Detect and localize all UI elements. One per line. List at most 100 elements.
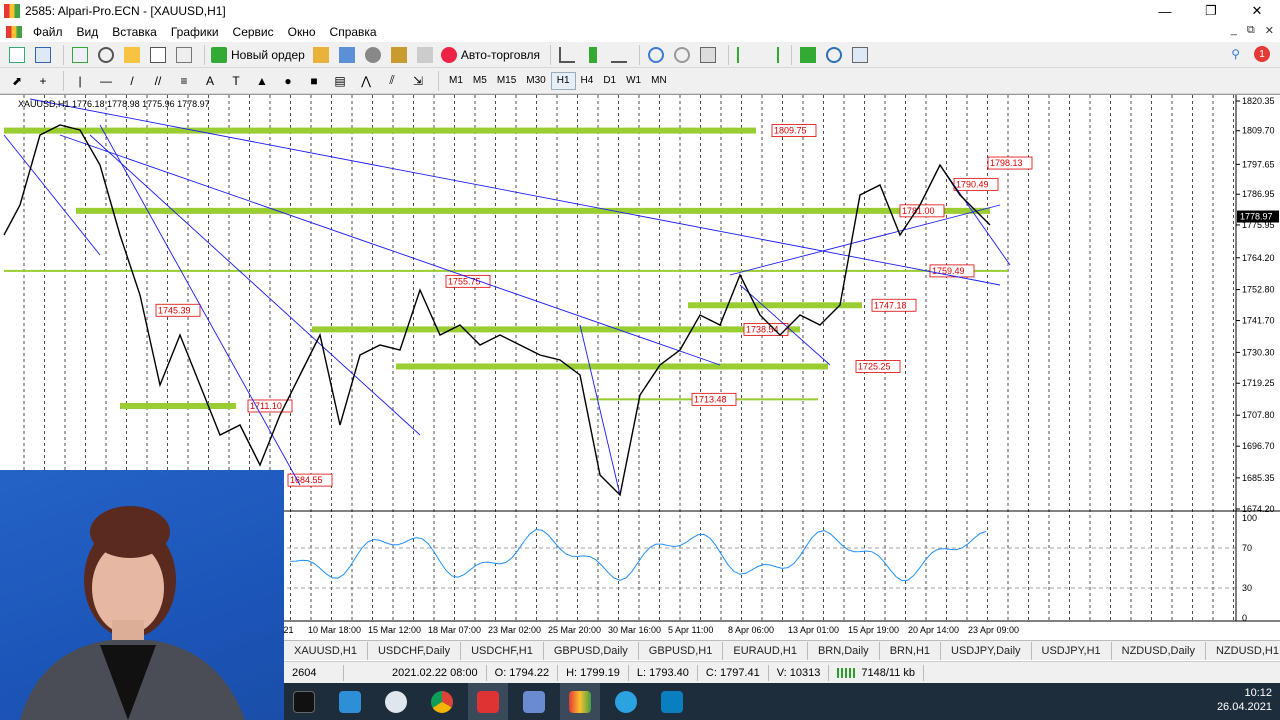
templates-button[interactable] [849, 44, 871, 66]
new-chart-button[interactable] [6, 44, 28, 66]
vps-button[interactable] [388, 44, 410, 66]
data-window-button[interactable] [95, 44, 117, 66]
navigator-button[interactable] [121, 44, 143, 66]
level-label: 1759.49 [932, 266, 965, 276]
taskbar-app-alpari[interactable] [560, 683, 600, 720]
history-button[interactable] [414, 44, 436, 66]
menu-charts[interactable]: Графики [164, 25, 226, 39]
terminal-button[interactable] [147, 44, 169, 66]
clock-date: 26.04.2021 [1216, 701, 1272, 713]
bar-chart-button[interactable] [556, 44, 578, 66]
timeframe-d1[interactable]: D1 [598, 72, 621, 90]
maximize-button[interactable]: ❐ [1188, 0, 1234, 22]
zoom-out-button[interactable] [671, 44, 693, 66]
metaeditor-button[interactable] [310, 44, 332, 66]
mdi-minimize-button[interactable]: _ [1231, 24, 1237, 37]
autotrading-button[interactable]: Авто-торговля [440, 44, 541, 66]
notifications-badge[interactable]: 1 [1254, 46, 1270, 62]
search-icon[interactable]: ⚲ [1231, 47, 1240, 61]
tab-usdjpy-h1[interactable]: USDJPY,H1 [1032, 641, 1112, 660]
line-chart-button[interactable] [608, 44, 630, 66]
tab-brn-daily[interactable]: BRN,Daily [808, 641, 880, 660]
text-button[interactable]: A [199, 70, 221, 92]
label-button[interactable]: T [225, 70, 247, 92]
chart-header: XAUUSD,H1 1776.18 1778.98 1775.96 1778.9… [18, 99, 210, 109]
taskbar-app-paint[interactable] [376, 683, 416, 720]
date-tick-label: 8 Apr 06:00 [728, 625, 774, 635]
chart-shift-button[interactable] [734, 44, 756, 66]
menu-insert[interactable]: Вставка [105, 25, 164, 39]
minimize-button[interactable]: — [1142, 0, 1188, 22]
timeframe-h4[interactable]: H4 [576, 72, 599, 90]
tile-windows-button[interactable] [697, 44, 719, 66]
price-tick-label: 1685.35 [1242, 473, 1275, 483]
autoscroll-button[interactable] [760, 44, 782, 66]
close-button[interactable]: ✕ [1234, 0, 1280, 22]
date-tick-label: 23 Apr 09:00 [968, 625, 1019, 635]
mdi-close-button[interactable]: ✕ [1265, 24, 1274, 37]
menu-file[interactable]: Файл [26, 25, 70, 39]
menu-tools[interactable]: Сервис [226, 25, 281, 39]
tab-nzdusd-h1[interactable]: NZDUSD,H1 [1206, 642, 1280, 660]
taskbar-app-badge[interactable] [468, 683, 508, 720]
tab-usdchf-h1[interactable]: USDCHF,H1 [461, 641, 544, 660]
horizontal-line-button[interactable]: — [95, 70, 117, 92]
taskbar-app-7zip[interactable] [284, 683, 324, 720]
indicators-button[interactable] [797, 44, 819, 66]
crosshair-button[interactable]: + [32, 70, 54, 92]
level-label: 1798.13 [990, 158, 1023, 168]
candlestick-button[interactable] [582, 44, 604, 66]
tab-xauusd-h1[interactable]: XAUUSD,H1 [284, 641, 368, 660]
timeframe-mn[interactable]: MN [646, 72, 672, 90]
taskbar-app-teams[interactable] [330, 683, 370, 720]
triangle-button[interactable]: ▲ [251, 70, 273, 92]
tester-button[interactable] [173, 44, 195, 66]
vertical-line-button[interactable]: | [69, 70, 91, 92]
taskbar-app-terminal[interactable] [514, 683, 554, 720]
vertical-line-icon: | [78, 73, 82, 88]
new-order-button[interactable]: Новый ордер [210, 44, 306, 66]
cursor-button[interactable]: ⬈ [6, 70, 28, 92]
menu-window[interactable]: Окно [281, 25, 323, 39]
timeframe-w1[interactable]: W1 [621, 72, 646, 90]
tab-usdjpy-daily[interactable]: USDJPY,Daily [941, 641, 1032, 660]
timeframe-m5[interactable]: M5 [468, 72, 492, 90]
tab-euraud-h1[interactable]: EURAUD,H1 [723, 641, 808, 660]
terminal-app-icon [523, 690, 545, 713]
gann-button[interactable]: ▤ [329, 70, 351, 92]
taskbar-clock[interactable]: 10:12 26.04.2021 [1217, 686, 1272, 714]
periods-button[interactable] [823, 44, 845, 66]
signal-bars-icon [837, 667, 858, 678]
taskbar-app-other[interactable] [652, 683, 692, 720]
trend-line [89, 134, 421, 436]
trendline-button[interactable]: / [121, 70, 143, 92]
tester-icon [176, 46, 192, 63]
tab-nzdusd-daily[interactable]: NZDUSD,Daily [1112, 641, 1206, 660]
andrews-button[interactable]: ⋀ [355, 70, 377, 92]
ellipse-button[interactable]: ● [277, 70, 299, 92]
rectangle-button[interactable]: ■ [303, 70, 325, 92]
market-watch-button[interactable] [69, 44, 91, 66]
timeframe-m30[interactable]: M30 [521, 72, 550, 90]
tab-usdchf-daily[interactable]: USDCHF,Daily [368, 641, 462, 660]
timeframe-m1[interactable]: M1 [444, 72, 468, 90]
mdi-restore-button[interactable]: ⧉ [1247, 24, 1255, 37]
profiles-button[interactable] [32, 44, 54, 66]
market-button[interactable] [362, 44, 384, 66]
menu-view[interactable]: Вид [70, 25, 106, 39]
arrows-button[interactable]: ⇲ [407, 70, 429, 92]
timeframe-h1[interactable]: H1 [550, 71, 576, 90]
tab-gbpusd-h1[interactable]: GBPUSD,H1 [639, 641, 724, 660]
zoom-in-button[interactable] [645, 44, 667, 66]
taskbar-app-chrome[interactable] [422, 683, 462, 720]
cycle-lines-button[interactable]: ⫽ [381, 70, 403, 92]
menu-help[interactable]: Справка [323, 25, 384, 39]
fibo-button[interactable]: ≡ [173, 70, 195, 92]
signals-button[interactable] [336, 44, 358, 66]
channel-button[interactable]: // [147, 70, 169, 92]
tab-brn-h1[interactable]: BRN,H1 [880, 641, 942, 660]
tab-gbpusd-daily[interactable]: GBPUSD,Daily [544, 641, 639, 660]
timeframe-m15[interactable]: M15 [492, 72, 521, 90]
taskbar-app-telegram[interactable] [606, 683, 646, 720]
status-datetime: 2021.02.22 08:00 [384, 664, 487, 681]
